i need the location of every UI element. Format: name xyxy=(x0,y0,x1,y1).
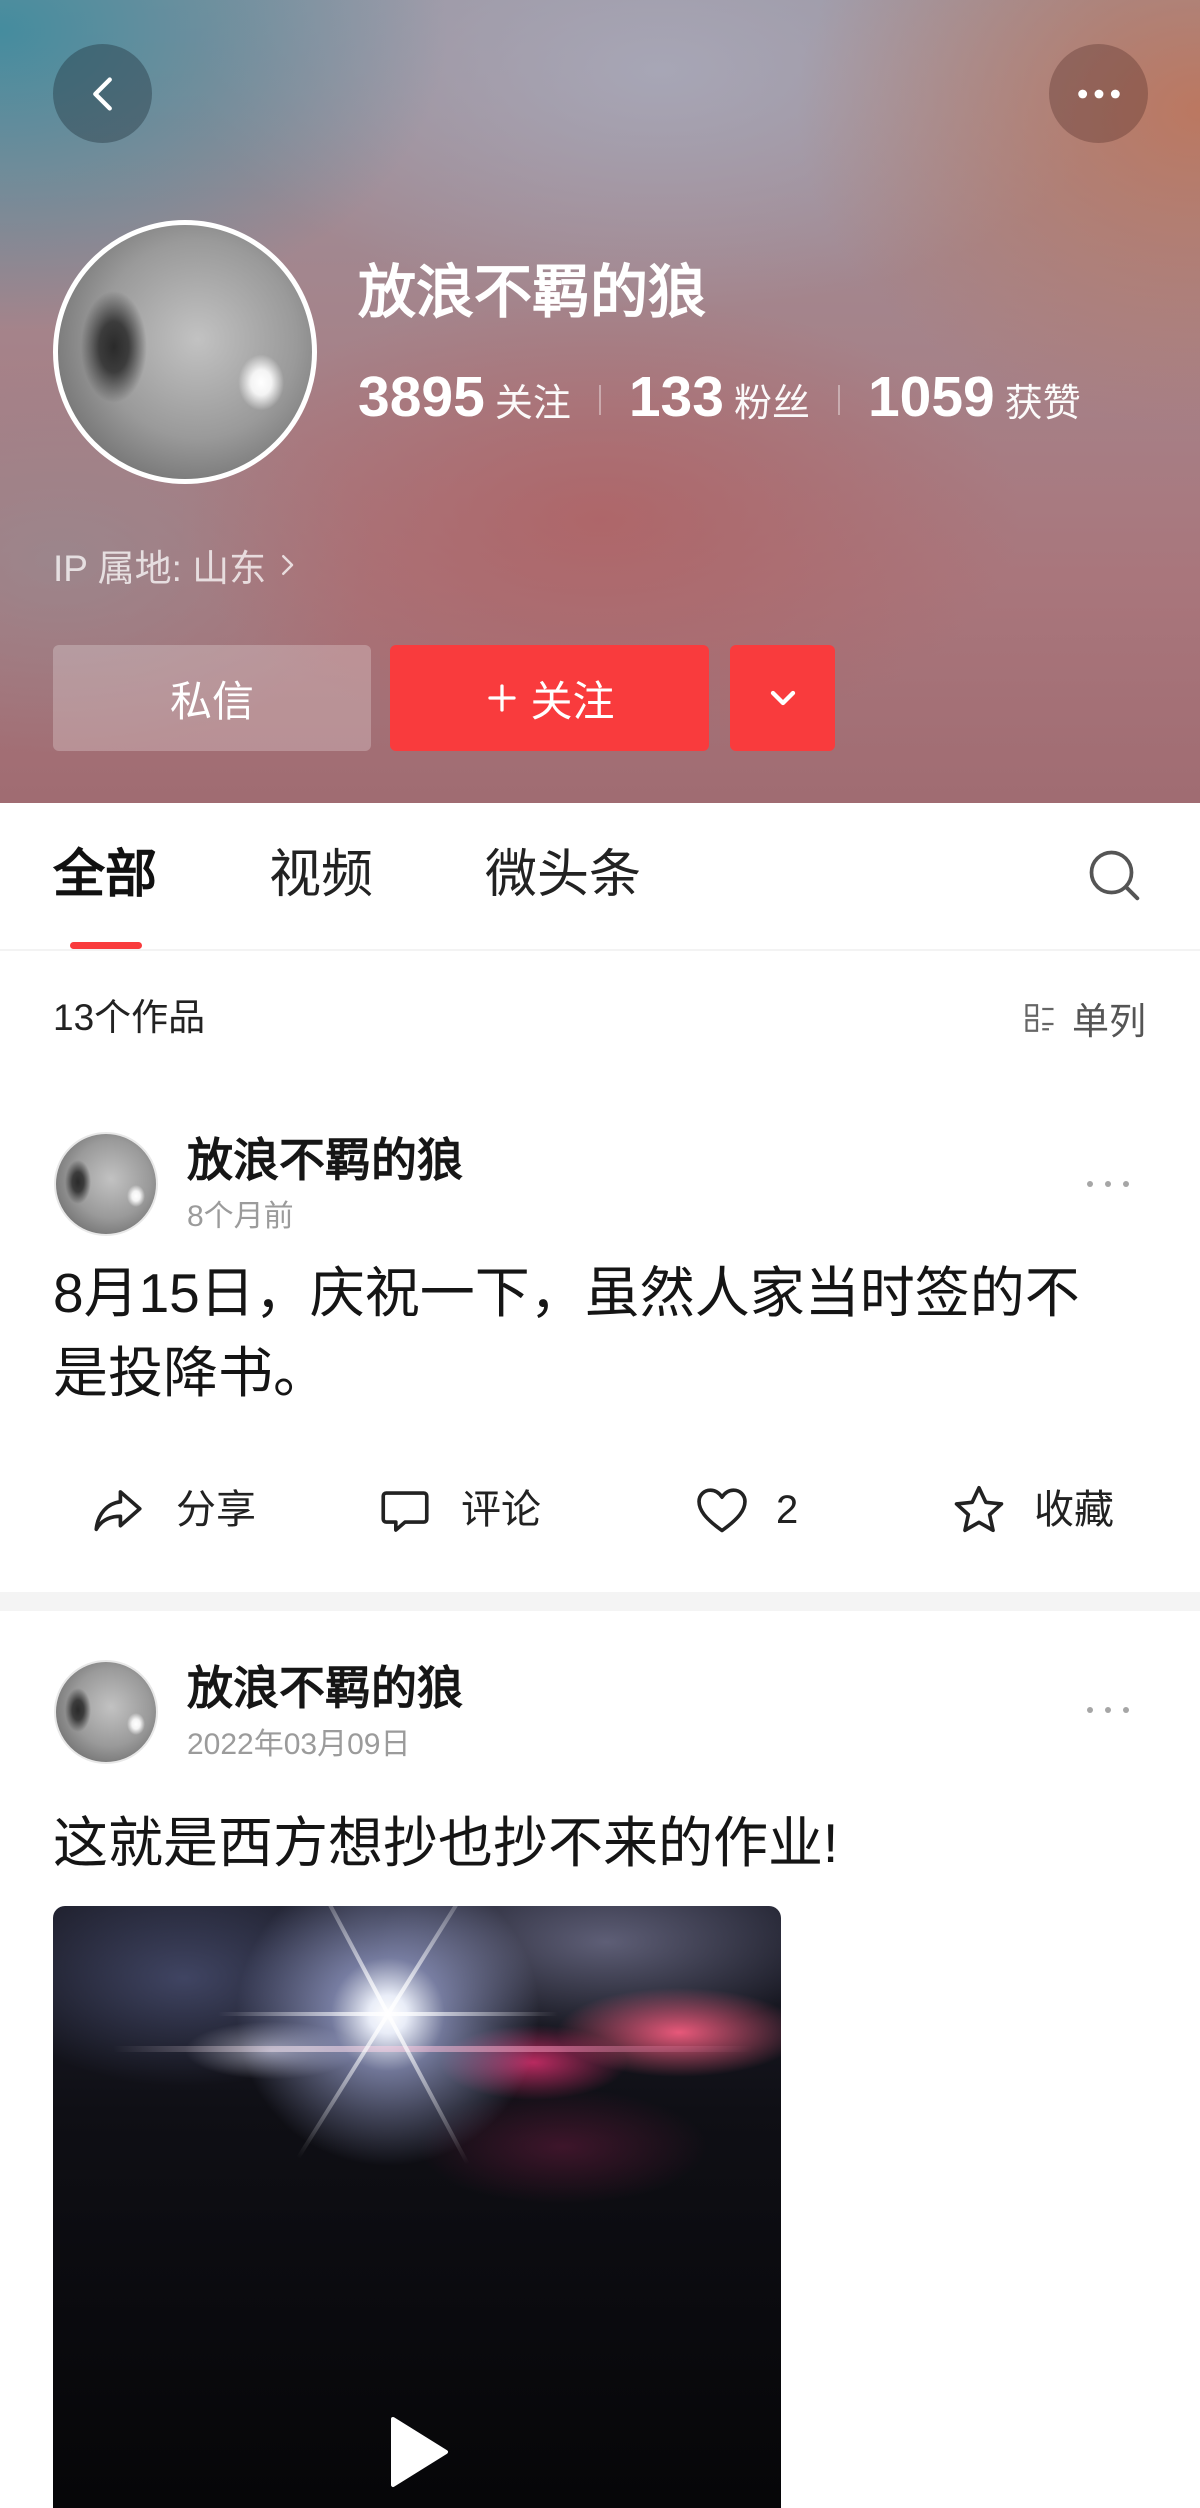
follow-button[interactable]: 关注 xyxy=(390,645,709,751)
favorite-label[interactable]: 收藏 xyxy=(1034,1486,1114,1534)
chevron-left-icon xyxy=(92,76,112,111)
stat-label: 关注 xyxy=(494,382,571,425)
layout-toggle[interactable]: 单列 xyxy=(1022,994,1146,1042)
stat-value: 133 xyxy=(628,364,724,429)
tabs-divider xyxy=(0,949,1200,951)
comment-label[interactable]: 评论 xyxy=(461,1486,541,1534)
plus-icon xyxy=(488,684,517,712)
comment-icon xyxy=(381,1491,429,1532)
post-time: 8个月前 xyxy=(187,1200,294,1233)
more-icon xyxy=(1077,89,1120,98)
like-count[interactable]: 2 xyxy=(776,1486,798,1534)
post-menu-button[interactable] xyxy=(1081,1173,1135,1195)
like-button[interactable] xyxy=(693,1481,751,1539)
tab-micro-headlines[interactable]: 微头条 xyxy=(485,843,641,907)
favorite-button[interactable] xyxy=(950,1481,1008,1539)
stat-divider xyxy=(837,385,840,415)
post-separator xyxy=(0,1592,1200,1611)
play-icon[interactable] xyxy=(385,2414,451,2490)
share-button[interactable] xyxy=(89,1481,147,1539)
search-icon xyxy=(1089,850,1140,901)
more-button[interactable] xyxy=(1049,44,1148,143)
recommend-dropdown-button[interactable] xyxy=(730,645,835,751)
list-layout-icon xyxy=(1025,1004,1054,1032)
stat-value: 1059 xyxy=(867,364,995,429)
video-thumbnail[interactable] xyxy=(53,1906,781,2508)
post-menu-button[interactable] xyxy=(1081,1699,1135,1721)
post-avatar[interactable] xyxy=(54,1132,158,1236)
post-avatar[interactable] xyxy=(54,1660,158,1764)
stat-divider xyxy=(598,385,601,415)
stat-likes[interactable]: 1059 获赞 xyxy=(868,363,1081,438)
message-button-label: 私信 xyxy=(169,677,254,725)
stats-row: 3895 关注 133 粉丝 1059 获赞 xyxy=(358,365,1081,434)
stat-followers[interactable]: 133 粉丝 xyxy=(629,363,810,438)
back-button[interactable] xyxy=(53,44,152,143)
tab-all[interactable]: 全部 xyxy=(53,843,157,907)
share-label[interactable]: 分享 xyxy=(176,1486,256,1534)
comment-button[interactable] xyxy=(376,1481,434,1539)
stat-following[interactable]: 3895 关注 xyxy=(358,363,571,438)
avatar[interactable] xyxy=(53,220,317,484)
video-light-streak xyxy=(113,2046,753,2052)
profile-name: 放浪不羁的狼 xyxy=(358,260,707,325)
stat-value: 3895 xyxy=(358,364,485,429)
post-author[interactable]: 放浪不羁的狼 xyxy=(187,1661,463,1715)
search-button[interactable] xyxy=(1083,844,1145,906)
works-count: 13个作品 xyxy=(53,997,206,1038)
share-icon xyxy=(94,1490,142,1532)
chevron-right-icon xyxy=(282,555,294,575)
layout-toggle-label: 单列 xyxy=(1072,1001,1146,1042)
heart-icon xyxy=(697,1488,747,1533)
stat-label: 粉丝 xyxy=(733,382,810,425)
post-time: 2022年03月09日 xyxy=(187,1728,411,1761)
follow-button-label: 关注 xyxy=(530,677,615,725)
profile-screen: 放浪不羁的狼 3895 关注 133 粉丝 1059 获赞 IP 属地: 山东 xyxy=(0,0,1200,2508)
ellipsis-icon xyxy=(1087,1707,1129,1713)
message-button[interactable]: 私信 xyxy=(53,645,371,751)
post-text[interactable]: 这就是西方想抄也抄不来的作业! xyxy=(53,1810,1153,1876)
ip-location[interactable]: IP 属地: 山东 xyxy=(53,540,302,590)
tab-video[interactable]: 视频 xyxy=(269,843,373,907)
post-author[interactable]: 放浪不羁的狼 xyxy=(187,1133,463,1187)
profile-header: 放浪不羁的狼 3895 关注 133 粉丝 1059 获赞 IP 属地: 山东 xyxy=(0,0,1200,803)
chevron-down-icon xyxy=(770,690,795,706)
stat-label: 获赞 xyxy=(1004,382,1081,425)
active-tab-indicator xyxy=(70,942,142,949)
ip-location-text: IP 属地: 山东 xyxy=(53,548,267,589)
star-icon xyxy=(954,1485,1004,1533)
post-text[interactable]: 8月15日，庆祝一下，虽然人家当时签的不是投降书。 xyxy=(53,1253,1113,1413)
ellipsis-icon xyxy=(1087,1181,1129,1187)
